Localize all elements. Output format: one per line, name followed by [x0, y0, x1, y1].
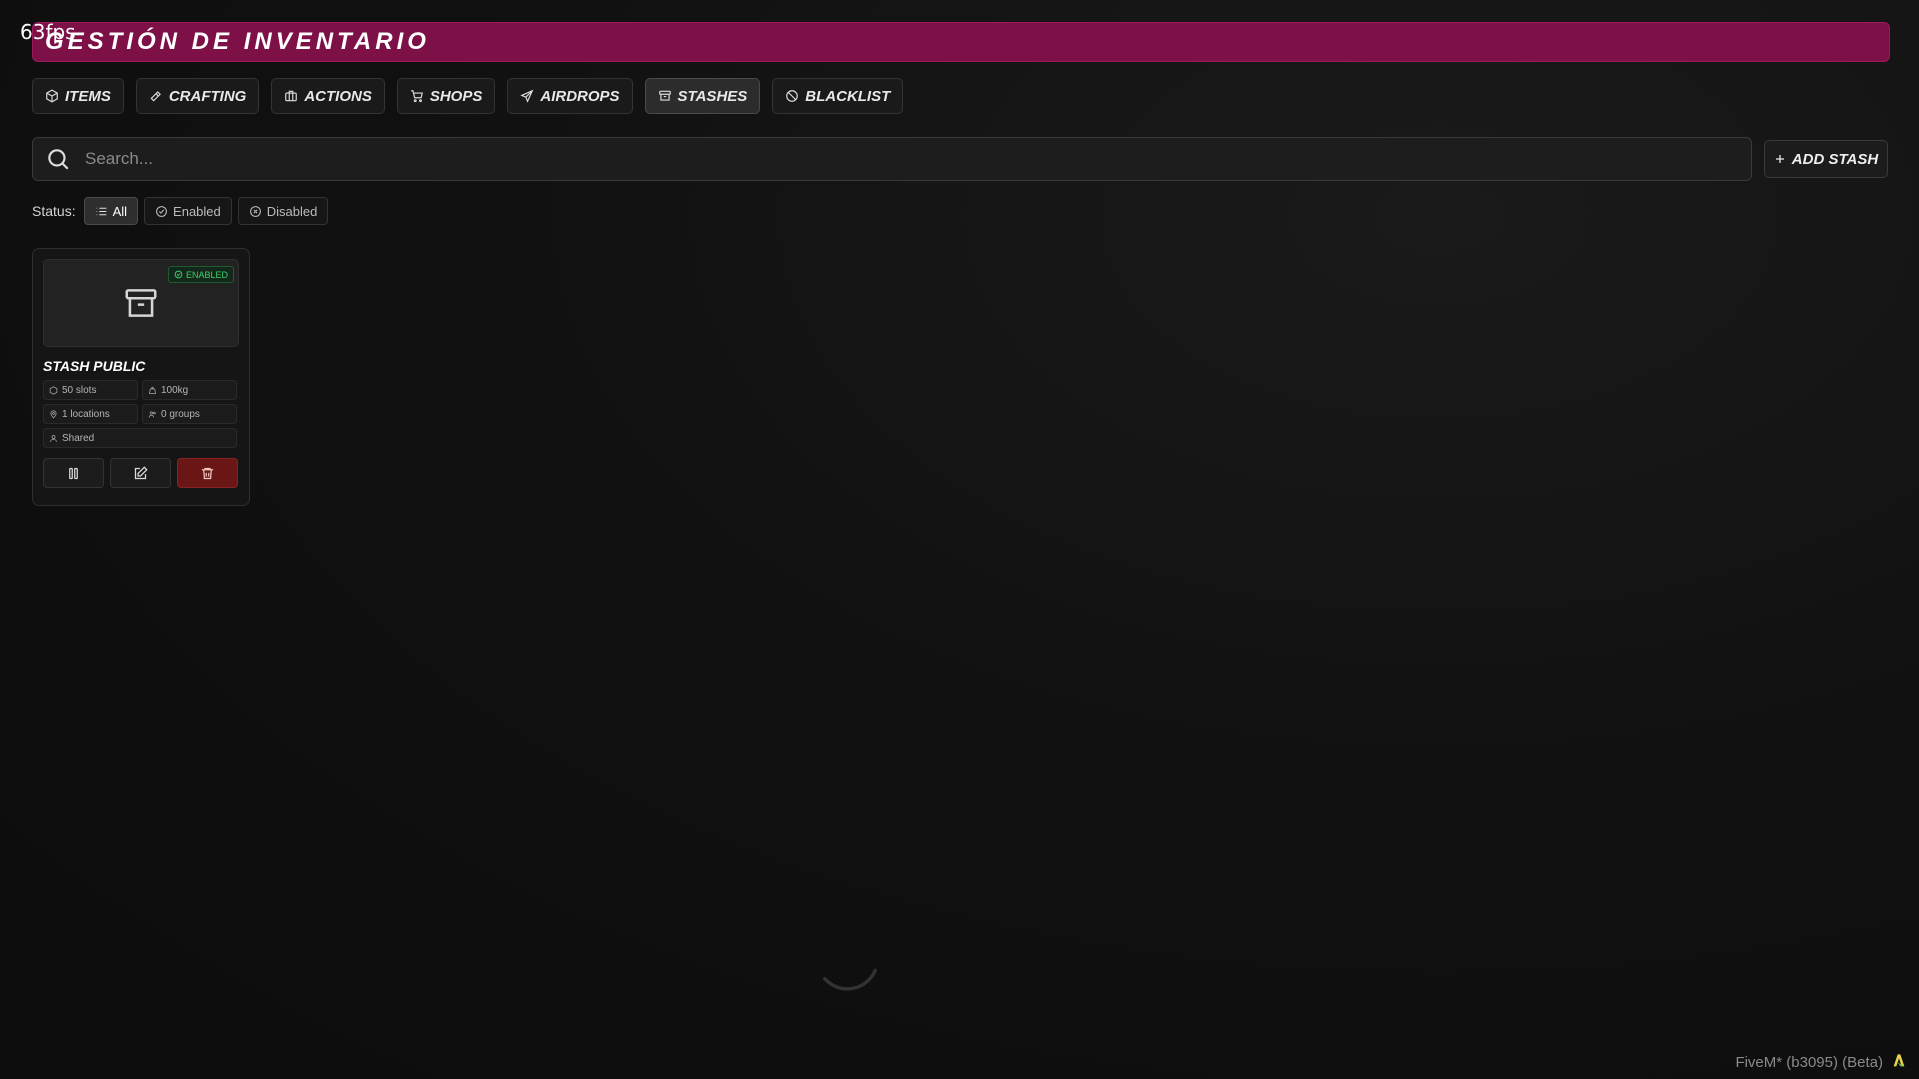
search-bar: [32, 137, 1752, 181]
status-badge: ENABLED: [167, 266, 234, 283]
filter-label: All: [112, 203, 128, 219]
hammer-icon: [150, 91, 161, 102]
plus-icon: [1775, 155, 1784, 163]
search-icon: [48, 149, 69, 170]
status-badge-label: ENABLED: [185, 269, 228, 280]
stat-locations-value: 1 locations: [62, 408, 110, 420]
ban-icon: [786, 90, 799, 102]
archive-icon: [658, 90, 671, 101]
package-icon: [49, 385, 58, 395]
stat-access: Shared: [43, 428, 237, 448]
tab-stashes[interactable]: STASHES: [644, 78, 761, 114]
stash-stats: 50 slots 100kg 1 locations 0 groups Shar…: [43, 380, 239, 448]
briefcase-icon: [285, 90, 298, 102]
tab-label: AIRDROPS: [540, 87, 620, 105]
filter-all[interactable]: All: [83, 197, 139, 225]
tab-airdrops[interactable]: AIRDROPS: [507, 78, 633, 114]
stat-groups-value: 0 groups: [161, 408, 200, 420]
stat-weight: 100kg: [142, 380, 237, 400]
stat-locations: 1 locations: [43, 404, 138, 424]
stat-slots-value: 50 slots: [62, 384, 97, 396]
stash-card: ENABLED STASH PUBLIC 50 slots 100kg 1 lo…: [32, 248, 250, 506]
stat-groups: 0 groups: [142, 404, 237, 424]
tab-actions[interactable]: ACTIONS: [271, 78, 385, 114]
tab-bar: ITEMS CRAFTING ACTIONS SHOPS AIRDROPS ST…: [32, 78, 904, 114]
user-icon: [50, 434, 57, 442]
filter-disabled[interactable]: Disabled: [237, 197, 329, 225]
pause-icon: [69, 467, 78, 479]
stat-access-value: Shared: [62, 432, 95, 444]
stash-actions: [43, 458, 239, 488]
tab-label: SHOPS: [429, 87, 483, 105]
add-stash-button[interactable]: ADD STASH: [1764, 140, 1888, 178]
add-stash-label: ADD STASH: [1791, 150, 1879, 168]
fivem-version-label: FiveM* (b3095) (Beta): [1735, 1054, 1883, 1071]
tab-label: STASHES: [677, 87, 748, 105]
filter-enabled[interactable]: Enabled: [144, 197, 232, 225]
tab-label: CRAFTING: [168, 87, 247, 105]
archive-icon: [125, 289, 157, 317]
check-circle-icon: [156, 205, 167, 217]
stash-name: STASH PUBLIC: [43, 358, 146, 374]
tab-crafting[interactable]: CRAFTING: [135, 78, 260, 114]
cart-icon: [411, 90, 423, 103]
x-circle-icon: [249, 205, 261, 217]
stat-slots: 50 slots: [43, 380, 138, 400]
loading-spinner-icon: [823, 968, 877, 991]
tab-shops[interactable]: SHOPS: [396, 78, 496, 114]
stat-weight-value: 100kg: [161, 384, 189, 396]
tab-blacklist[interactable]: BLACKLIST: [772, 78, 904, 114]
tab-label: BLACKLIST: [805, 87, 891, 105]
tab-label: ACTIONS: [304, 87, 372, 105]
users-icon: [148, 411, 156, 418]
tab-label: ITEMS: [65, 87, 111, 105]
status-filter: Status: All Enabled Disabled: [32, 197, 329, 225]
delete-button[interactable]: [177, 458, 238, 488]
list-icon: [96, 207, 106, 215]
check-circle-icon: [174, 270, 183, 279]
filter-label: Disabled: [266, 203, 318, 219]
search-input[interactable]: [83, 148, 1751, 170]
pause-button[interactable]: [43, 458, 104, 488]
edit-button[interactable]: [110, 458, 171, 488]
tab-items[interactable]: ITEMS: [32, 78, 124, 114]
header-banner: GESTIÓN DE INVENTARIO: [32, 22, 1890, 62]
status-label: Status:: [32, 203, 76, 219]
filter-label: Enabled: [173, 203, 221, 219]
stash-image: ENABLED: [43, 259, 239, 347]
trash-icon: [201, 467, 214, 479]
package-icon: [46, 89, 58, 103]
plane-icon: [520, 89, 534, 103]
edit-icon: [134, 465, 148, 479]
map-pin-icon: [50, 409, 57, 418]
page-title: GESTIÓN DE INVENTARIO: [45, 28, 430, 55]
fps-counter: 63fps: [20, 20, 76, 44]
weight-icon: [149, 386, 156, 394]
fivem-logo-icon: [1893, 1054, 1905, 1067]
